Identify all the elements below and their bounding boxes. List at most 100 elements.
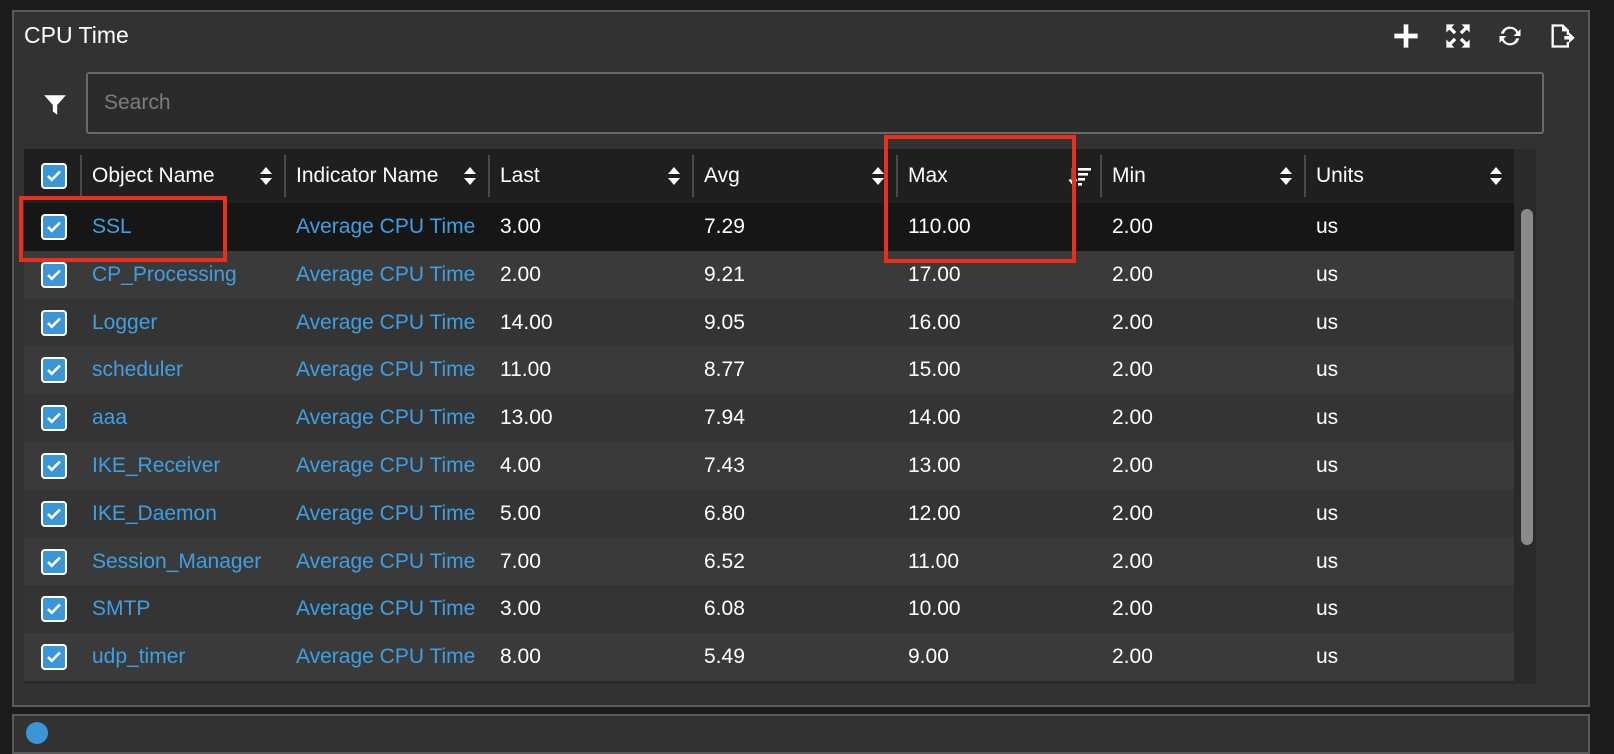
table-row[interactable]: IKE_Daemon Average CPU Time 5.00 6.80 12.00 2… [24, 489, 1514, 538]
cell-min: 2.00 [1112, 215, 1153, 238]
cell-avg: 7.29 [704, 215, 745, 238]
search-input[interactable] [86, 72, 1544, 134]
cell-units: us [1316, 549, 1339, 573]
cell-max: 15.00 [908, 358, 961, 382]
cell-indicator[interactable]: Average CPU Time [284, 394, 475, 442]
cell-last: 4.00 [500, 454, 541, 477]
filter-button[interactable] [40, 90, 70, 120]
cell-indicator[interactable]: Average CPU Time [284, 203, 475, 251]
column-header-units[interactable]: Units [1304, 149, 1514, 203]
cell-avg: 6.08 [704, 597, 745, 621]
column-header-object-name[interactable]: Object Name [80, 149, 284, 203]
plus-icon [1394, 24, 1418, 48]
row-checkbox[interactable] [41, 214, 67, 240]
column-header-last[interactable]: Last [488, 149, 692, 203]
row-checkbox[interactable] [41, 453, 67, 479]
cell-units: us [1316, 358, 1339, 382]
cell-max: 14.00 [908, 406, 961, 430]
cell-object[interactable]: SMTP [80, 585, 150, 633]
cell-object[interactable]: scheduler [80, 346, 183, 394]
column-header-min[interactable]: Min [1100, 149, 1304, 203]
table-row[interactable]: SMTP Average CPU Time 3.00 6.08 10.00 2.00 us [24, 585, 1514, 634]
expand-icon [1446, 24, 1470, 48]
table-row[interactable]: udp_timer Average CPU Time 8.00 5.49 9.00 2.0… [24, 633, 1514, 682]
row-checkbox[interactable] [41, 644, 67, 671]
cell-units: us [1316, 454, 1339, 477]
column-label: Units [1316, 164, 1364, 187]
cell-indicator[interactable]: Average CPU Time [284, 490, 475, 538]
panel-status-icon [26, 722, 48, 744]
cell-min: 2.00 [1112, 645, 1153, 669]
panel-actions [1390, 20, 1578, 52]
row-checkbox[interactable] [41, 357, 67, 384]
select-all-checkbox[interactable] [41, 163, 67, 189]
cell-object[interactable]: IKE_Daemon [80, 490, 217, 538]
cell-object[interactable]: SSL [80, 203, 132, 251]
cell-indicator[interactable]: Average CPU Time [284, 346, 475, 394]
cell-last: 2.00 [500, 262, 541, 286]
row-checkbox[interactable] [41, 309, 67, 336]
cell-max: 110.00 [908, 215, 971, 238]
row-checkbox[interactable] [41, 596, 67, 623]
cell-max: 9.00 [908, 645, 949, 669]
cell-min: 2.00 [1112, 454, 1153, 477]
sort-icon [260, 167, 272, 185]
row-checkbox[interactable] [41, 405, 67, 432]
column-header-max[interactable]: Max [896, 149, 1100, 203]
cell-max: 11.00 [908, 549, 959, 573]
cell-max: 12.00 [908, 501, 961, 525]
export-button[interactable] [1546, 20, 1578, 52]
cell-object[interactable]: aaa [80, 394, 127, 442]
cell-indicator[interactable]: Average CPU Time [284, 538, 475, 586]
check-icon [47, 412, 61, 424]
cell-min: 2.00 [1112, 406, 1153, 430]
table-row[interactable]: IKE_Receiver Average CPU Time 4.00 7.43 13.0… [24, 442, 1514, 490]
sort-icon [464, 167, 476, 185]
cell-min: 2.00 [1112, 358, 1153, 382]
scrollbar-thumb[interactable] [1521, 209, 1533, 545]
cell-object[interactable]: IKE_Receiver [80, 442, 220, 490]
column-header-avg[interactable]: Avg [692, 149, 896, 203]
table-row[interactable]: CP_Processing Average CPU Time 2.00 9.21 17.… [24, 250, 1514, 299]
cell-max: 17.00 [908, 262, 961, 286]
table-scrollbar[interactable] [1518, 203, 1536, 684]
cell-units: us [1316, 406, 1339, 430]
check-icon [47, 269, 61, 281]
cell-avg: 5.49 [704, 645, 745, 669]
column-header-indicator-name[interactable]: Indicator Name [284, 149, 488, 203]
cell-indicator[interactable]: Average CPU Time [284, 442, 475, 490]
sort-icon [1490, 167, 1502, 185]
cell-last: 3.00 [500, 215, 541, 238]
row-checkbox[interactable] [41, 261, 67, 288]
refresh-button[interactable] [1494, 20, 1526, 52]
cpu-time-panel: CPU Time Search Object Name Indicator Na… [12, 10, 1590, 707]
check-icon [47, 364, 61, 376]
cell-max: 16.00 [908, 310, 961, 334]
row-checkbox[interactable] [41, 548, 67, 575]
cell-units: us [1316, 645, 1339, 669]
check-icon [47, 170, 61, 182]
cell-indicator[interactable]: Average CPU Time [284, 633, 475, 681]
cell-min: 2.00 [1112, 310, 1153, 334]
cell-avg: 6.52 [704, 549, 745, 573]
cell-object[interactable]: CP_Processing [80, 251, 237, 299]
table-row[interactable]: aaa Average CPU Time 13.00 7.94 14.00 2.00 us [24, 394, 1514, 443]
table-row[interactable]: Session_Manager Average CPU Time 7.00 6.52 1… [24, 537, 1514, 586]
expand-button[interactable] [1442, 20, 1474, 52]
cell-indicator[interactable]: Average CPU Time [284, 585, 475, 633]
cell-indicator[interactable]: Average CPU Time [284, 299, 475, 347]
cell-max: 10.00 [908, 597, 961, 621]
cell-avg: 9.21 [704, 262, 745, 286]
table-row[interactable]: Logger Average CPU Time 14.00 9.05 16.00 2.00… [24, 298, 1514, 347]
cell-object[interactable]: udp_timer [80, 633, 185, 681]
table-row[interactable]: SSL Average CPU Time 3.00 7.29 110.00 2.00 us [24, 203, 1514, 251]
add-button[interactable] [1390, 20, 1422, 52]
cell-last: 5.00 [500, 501, 541, 525]
table-row[interactable]: scheduler Average CPU Time 11.00 8.77 15.00 2… [24, 346, 1514, 395]
cell-object[interactable]: Logger [80, 299, 157, 347]
cell-indicator[interactable]: Average CPU Time [284, 251, 475, 299]
row-checkbox[interactable] [41, 500, 67, 527]
cell-object[interactable]: Session_Manager [80, 538, 261, 586]
column-label: Object Name [92, 164, 215, 187]
cell-min: 2.00 [1112, 597, 1153, 621]
